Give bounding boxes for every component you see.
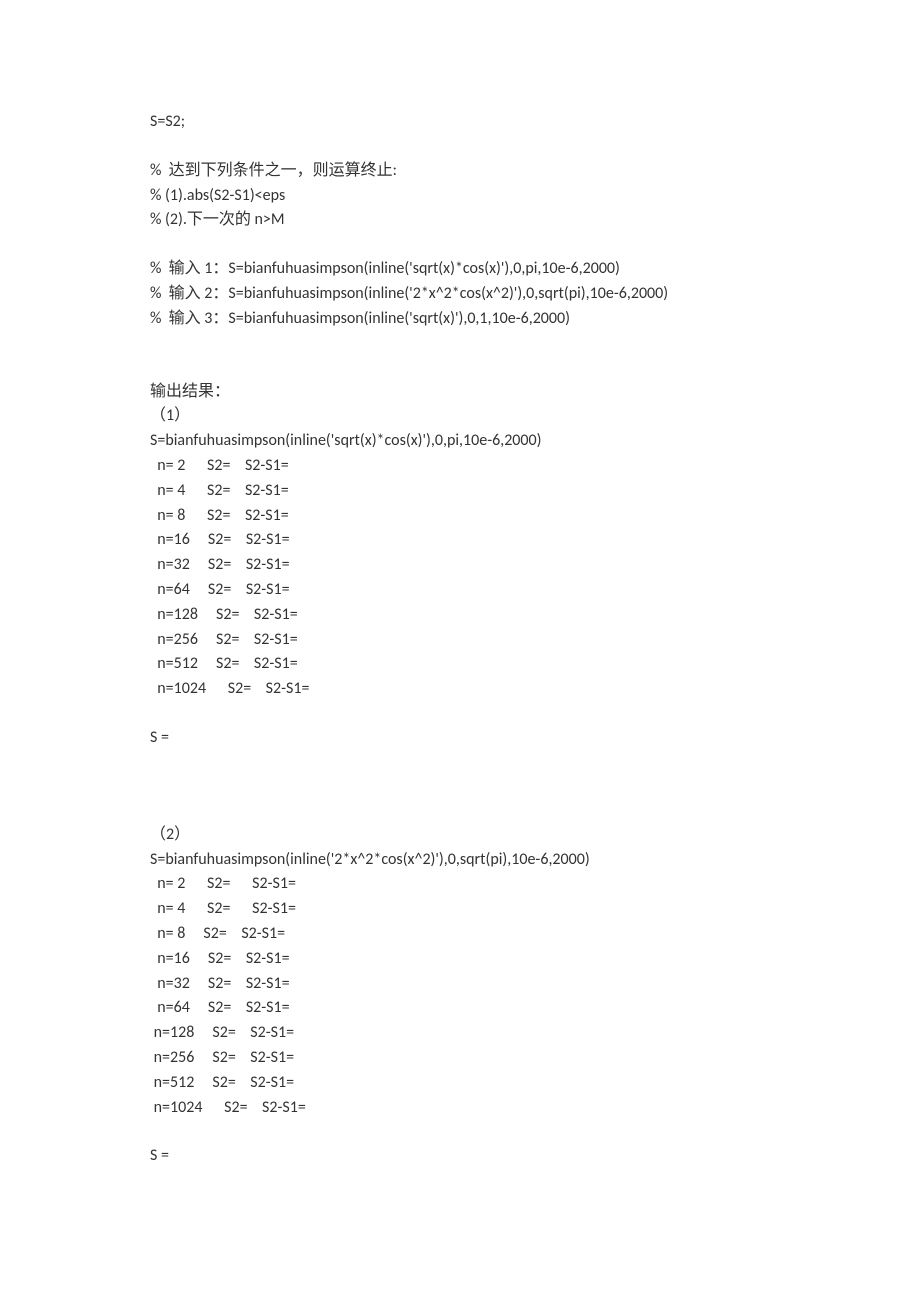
code-line: % 输入 3：S=bianfuhuasimpson(inline('sqrt(x… (150, 307, 770, 332)
code-line: 输出结果： (150, 380, 770, 405)
code-line: S=bianfuhuasimpson(inline('sqrt(x)*cos(x… (150, 429, 770, 454)
code-line: n=64 S2= S2-S1= (150, 578, 770, 603)
blank-line (150, 799, 770, 823)
code-line: n=32 S2= S2-S1= (150, 553, 770, 578)
code-line: S = (150, 726, 770, 751)
code-line: （1） (150, 404, 770, 429)
blank-line (150, 233, 770, 257)
code-line: n= 4 S2= S2-S1= (150, 897, 770, 922)
code-line: n= 2 S2= S2-S1= (150, 872, 770, 897)
code-line: n=512 S2= S2-S1= (150, 1071, 770, 1096)
code-line: % 达到下列条件之一，则运算终止: (150, 159, 770, 184)
document-body: S=S2; % 达到下列条件之一，则运算终止:% (1).abs(S2-S1)<e… (150, 110, 770, 1169)
code-line: n=256 S2= S2-S1= (150, 628, 770, 653)
code-line: n=256 S2= S2-S1= (150, 1046, 770, 1071)
code-line: n=512 S2= S2-S1= (150, 652, 770, 677)
code-line: n= 8 S2= S2-S1= (150, 504, 770, 529)
code-line: n=128 S2= S2-S1= (150, 603, 770, 628)
code-line: n=1024 S2= S2-S1= (150, 1096, 770, 1121)
code-line: S=bianfuhuasimpson(inline('2*x^2*cos(x^2… (150, 848, 770, 873)
code-line: n=16 S2= S2-S1= (150, 528, 770, 553)
blank-line (150, 702, 770, 726)
code-line: n=32 S2= S2-S1= (150, 972, 770, 997)
code-line: （2） (150, 823, 770, 848)
blank-line (150, 751, 770, 775)
code-line: n=128 S2= S2-S1= (150, 1021, 770, 1046)
code-line: % 输入 1：S=bianfuhuasimpson(inline('sqrt(x… (150, 257, 770, 282)
code-line: n= 2 S2= S2-S1= (150, 454, 770, 479)
code-line: % 输入 2：S=bianfuhuasimpson(inline('2*x^2*… (150, 282, 770, 307)
blank-line (150, 356, 770, 380)
code-line: n= 4 S2= S2-S1= (150, 479, 770, 504)
blank-line (150, 332, 770, 356)
code-line: n= 8 S2= S2-S1= (150, 922, 770, 947)
blank-line (150, 775, 770, 799)
code-line: S=S2; (150, 110, 770, 135)
code-line: n=64 S2= S2-S1= (150, 996, 770, 1021)
blank-line (150, 135, 770, 159)
code-line: % (2).下一次的 n>M (150, 208, 770, 233)
code-line: n=16 S2= S2-S1= (150, 947, 770, 972)
blank-line (150, 1120, 770, 1144)
code-line: n=1024 S2= S2-S1= (150, 677, 770, 702)
code-line: S = (150, 1144, 770, 1169)
code-line: % (1).abs(S2-S1)<eps (150, 184, 770, 209)
